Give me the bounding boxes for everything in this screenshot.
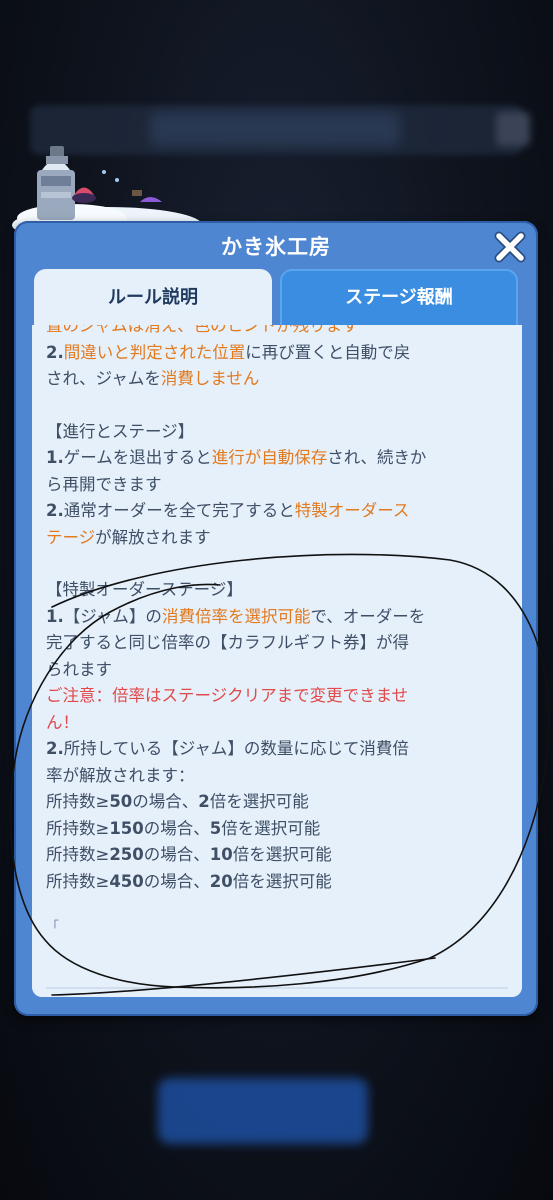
rule-dialog: かき氷工房 ルール説明 ステージ報酬 置のジャムは消え、色のヒントが残ります 2… — [14, 221, 538, 1016]
list-item: 2.通常オーダーを全て完了すると特製オーダース — [46, 501, 410, 520]
list-item-continuation: され、ジャムを消費しません — [46, 369, 260, 388]
list-item: 2.間違いと判定された位置に再び置くと自動で戻 — [46, 342, 411, 362]
tier-row: 所持数≥50の場合、2倍を選択可能 — [46, 792, 309, 811]
list-item: 2.所持している【ジャム】の数量に応じて消費倍 — [46, 739, 409, 758]
list-item: 1.【ジャム】の消費倍率を選択可能で、オーダーを — [46, 606, 426, 626]
rules-content-panel[interactable]: 置のジャムは消え、色のヒントが残ります 2.間違いと判定された位置に再び置くと自… — [32, 325, 522, 997]
list-item-continuation: テージが解放されます — [46, 527, 211, 547]
section-heading-progress: 【進行とステージ】 — [46, 421, 195, 441]
notice-text-continuation: ん！ — [46, 712, 79, 732]
background-button-blur — [158, 1078, 368, 1144]
tier-row: 所持数≥450の場合、20倍を選択可能 — [46, 871, 332, 891]
list-item-continuation: 完了すると同じ倍率の【カラフルギフト券】が得 — [46, 633, 409, 652]
section-heading-special-order: 【特製オーダーステージ】 — [46, 580, 243, 599]
dialog-title: かき氷工房 — [221, 235, 331, 259]
content-divider — [46, 987, 508, 989]
notice-text: ご注意：倍率はステージクリアまで変更できませ — [46, 686, 409, 705]
tier-row: 所持数≥250の場合、10倍を選択可能 — [46, 845, 332, 864]
list-item-continuation: ら再開できます — [46, 474, 162, 494]
list-item-continuation: られます — [46, 659, 112, 679]
rules-text: 置のジャムは消え、色のヒントが残ります 2.間違いと判定された位置に再び置くと自… — [46, 325, 508, 942]
close-icon[interactable] — [492, 229, 528, 265]
list-item: 1.ゲームを退出すると進行が自動保存され、続きか — [46, 448, 427, 467]
cut-off-line: 置のジャムは消え、色のヒントが残ります — [46, 325, 359, 335]
background-close-blur — [496, 112, 530, 146]
tab-stage-rewards[interactable]: ステージ報酬 — [280, 269, 518, 327]
trailing-bracket: 「 — [46, 920, 60, 935]
tier-row: 所持数≥150の場合、5倍を選択可能 — [46, 818, 321, 838]
tab-rules[interactable]: ルール説明 — [34, 269, 272, 327]
list-item-continuation: 率が解放されます： — [46, 765, 195, 785]
